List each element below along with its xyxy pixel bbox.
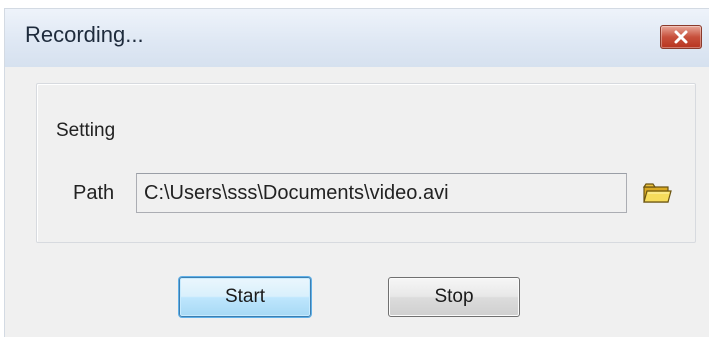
folder-icon [642, 183, 672, 203]
path-input[interactable] [136, 173, 627, 213]
start-button[interactable]: Start [179, 277, 311, 317]
setting-group [36, 83, 696, 243]
close-icon [674, 30, 688, 44]
browse-folder-button[interactable] [642, 181, 672, 205]
setting-group-label: Setting [52, 120, 120, 142]
close-button[interactable] [660, 25, 702, 49]
path-label: Path [73, 182, 115, 204]
title-bar[interactable]: Recording... [5, 9, 709, 67]
stop-button[interactable]: Stop [388, 277, 520, 317]
window-title: Recording... [25, 22, 144, 47]
